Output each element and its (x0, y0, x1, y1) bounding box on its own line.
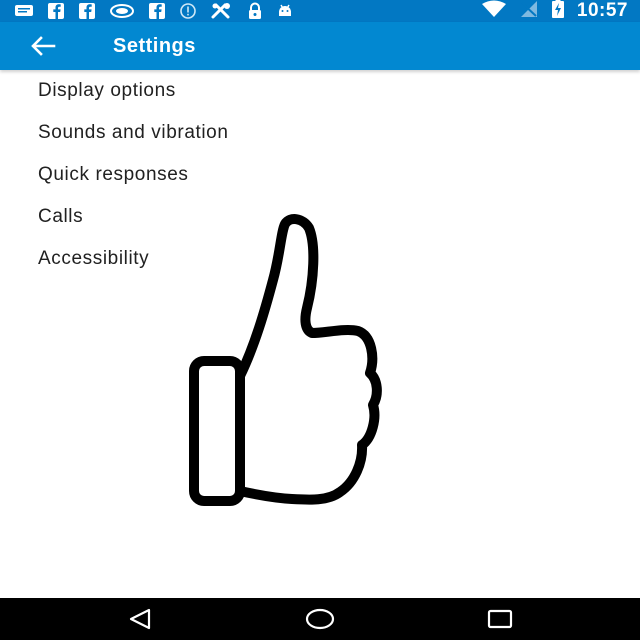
facebook-icon (47, 2, 65, 20)
back-triangle-icon (129, 608, 151, 630)
nav-recents-button[interactable] (485, 606, 515, 632)
navigation-bar (0, 598, 640, 640)
settings-item-sounds-and-vibration[interactable]: Sounds and vibration (0, 112, 640, 154)
wifi-icon (481, 0, 507, 23)
settings-item-accessibility[interactable]: Accessibility (0, 238, 640, 280)
arrow-back-icon (31, 36, 56, 56)
home-circle-icon (305, 608, 335, 630)
recents-square-icon (487, 609, 513, 629)
back-button[interactable] (26, 32, 60, 60)
nav-back-button[interactable] (125, 606, 155, 632)
status-time: 10:57 (576, 0, 628, 21)
page-title: Settings (113, 35, 196, 57)
settings-screen: 10:57 Settings Display options Sounds an… (0, 0, 640, 640)
lock-icon (247, 2, 263, 20)
facebook-icon (78, 2, 96, 20)
status-bar: 10:57 (0, 0, 640, 22)
app-bar: Settings (0, 22, 640, 70)
message-icon (14, 3, 34, 19)
notification-icons (14, 2, 294, 20)
android-icon (276, 3, 294, 19)
crossed-tools-icon (210, 2, 234, 20)
settings-item-calls[interactable]: Calls (0, 196, 640, 238)
system-status-icons: 10:57 (481, 0, 628, 22)
settings-list: Display options Sounds and vibration Qui… (0, 70, 640, 280)
cellular-no-signal-icon (519, 0, 539, 23)
settings-item-quick-responses[interactable]: Quick responses (0, 154, 640, 196)
battery-charging-icon (551, 0, 565, 24)
cloud-icon (109, 3, 135, 19)
nav-home-button[interactable] (305, 606, 335, 632)
facebook-icon (148, 2, 166, 20)
alert-circle-icon (179, 2, 197, 20)
settings-item-display-options[interactable]: Display options (0, 70, 640, 112)
